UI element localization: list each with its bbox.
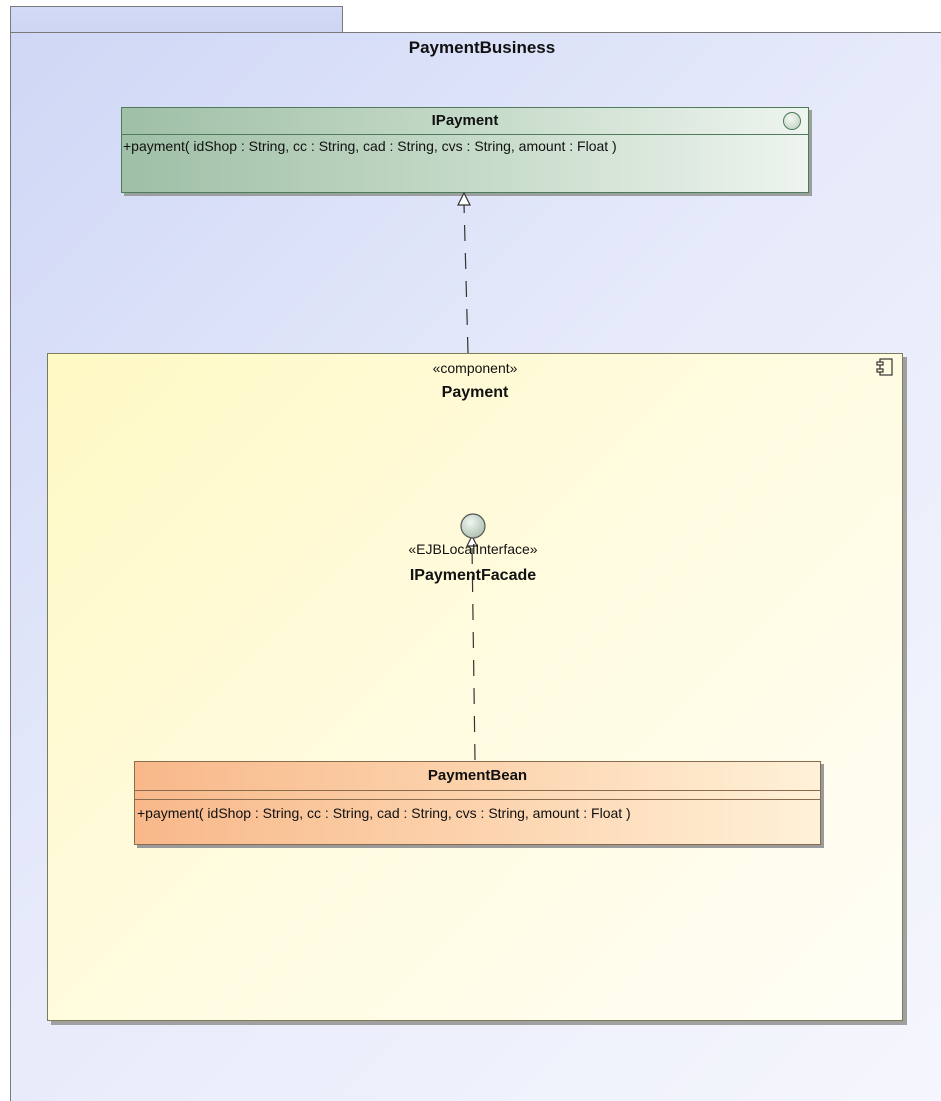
- interface-circle-icon: [783, 112, 801, 130]
- paymentbean-attributes-compartment: [135, 791, 820, 800]
- component-name: Payment: [441, 384, 509, 401]
- component-stereotype: «component»: [432, 360, 518, 376]
- facade-stereotype: «EJBLocalInterface»: [408, 541, 538, 557]
- package-tab: [10, 6, 343, 32]
- diagram-canvas: PaymentBusiness IPayment +payment( idSho…: [0, 0, 941, 1101]
- component-icon: [876, 358, 893, 376]
- ipayment-header: IPayment: [122, 108, 808, 135]
- paymentbean-operation: +payment( idShop : String, cc : String, …: [137, 805, 631, 821]
- package-title: PaymentBusiness: [408, 38, 556, 57]
- facade-name: IPaymentFacade: [409, 567, 537, 584]
- ipayment-operation: +payment( idShop : String, cc : String, …: [123, 138, 617, 154]
- ipayment-name: IPayment: [431, 112, 499, 129]
- paymentbean-header: PaymentBean: [135, 762, 820, 791]
- paymentbean-class[interactable]: PaymentBean +payment( idShop : String, c…: [134, 761, 821, 845]
- payment-component[interactable]: [47, 353, 903, 1021]
- ipayment-interface[interactable]: IPayment +payment( idShop : String, cc :…: [121, 107, 809, 193]
